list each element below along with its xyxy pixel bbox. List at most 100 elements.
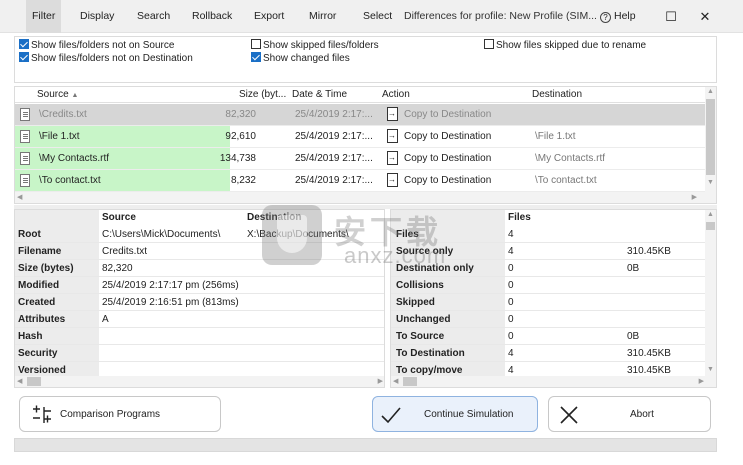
sort-asc-icon: ▲: [71, 92, 79, 99]
status-bar: [14, 438, 717, 452]
properties-header-destination: Destination: [247, 212, 302, 223]
property-label: Created: [18, 297, 56, 308]
property-source: A: [102, 314, 109, 325]
menu-mirror[interactable]: Mirror: [303, 0, 342, 33]
checkbox-skipped-rename[interactable]: Show files skipped due to rename: [484, 39, 646, 52]
property-row: Root C:\Users\Mick\Documents\ X:\Backup\…: [15, 227, 384, 243]
scroll-left-icon[interactable]: ◀: [17, 193, 22, 201]
file-list-horizontal-scrollbar[interactable]: ◀ ▶: [15, 192, 707, 203]
abort-button[interactable]: Abort: [548, 396, 711, 432]
scrollbar-thumb[interactable]: [403, 377, 417, 386]
checkbox-changed[interactable]: Show changed files: [251, 52, 350, 65]
stat-row: Skipped 0: [391, 295, 707, 311]
row-date: 25/4/2019 2:17:...: [295, 109, 373, 120]
stat-row: Destination only 0 0B: [391, 261, 707, 277]
row-destination: \My Contacts.rtf: [535, 153, 606, 164]
menu-search[interactable]: Search: [131, 0, 176, 33]
menu-display[interactable]: Display: [74, 0, 120, 33]
row-date: 25/4/2019 2:17:...: [295, 153, 373, 164]
stat-size: 310.45KB: [627, 348, 671, 359]
scroll-right-icon[interactable]: ▶: [692, 193, 697, 201]
statistics-horizontal-scrollbar[interactable]: ◀ ▶: [391, 376, 716, 387]
compare-icon: [33, 405, 51, 423]
properties-panel: Source Destination Root C:\Users\Mick\Do…: [14, 209, 385, 388]
scroll-right-icon[interactable]: ▶: [699, 377, 704, 385]
menu-rollback[interactable]: Rollback: [186, 0, 238, 33]
row-size: 8,232: [230, 175, 256, 186]
column-destination[interactable]: Destination: [532, 89, 582, 100]
row-source: \My Contacts.rtf: [39, 153, 110, 164]
column-size[interactable]: Size (byt...: [239, 89, 286, 100]
checkbox-not-on-source[interactable]: Show files/folders not on Source: [19, 39, 174, 52]
property-label: Filename: [18, 246, 62, 257]
stat-size: 0B: [627, 331, 640, 342]
property-label: Size (bytes): [18, 263, 74, 274]
abort-label: Abort: [630, 409, 654, 420]
stat-row: To Destination 4 310.45KB: [391, 346, 707, 362]
file-icon: [20, 174, 30, 187]
stat-row: Collisions 0: [391, 278, 707, 294]
file-list-vertical-scrollbar[interactable]: ▲ ▼: [705, 87, 716, 203]
checkbox-box[interactable]: [19, 39, 29, 49]
stat-size: 310.45KB: [627, 365, 671, 376]
scroll-up-icon[interactable]: ▲: [707, 88, 714, 95]
scroll-down-icon[interactable]: ▼: [707, 366, 714, 373]
filter-panel: Show files/folders not on Source Show fi…: [14, 36, 717, 83]
row-size: 82,320: [225, 109, 256, 120]
statistics-vertical-scrollbar[interactable]: ▲ ▼: [705, 210, 716, 378]
maximize-button[interactable]: ☐: [656, 0, 686, 33]
copy-to-destination-icon: [387, 151, 398, 165]
scroll-down-icon[interactable]: ▼: [707, 179, 714, 186]
close-button[interactable]: ✕: [690, 0, 720, 33]
row-action: Copy to Destination: [404, 131, 492, 142]
copy-to-destination-icon: [387, 107, 398, 121]
stat-label: To Source: [396, 331, 445, 342]
checkbox-box[interactable]: [251, 39, 261, 49]
file-row[interactable]: \To contact.txt 8,232 25/4/2019 2:17:...…: [15, 170, 707, 192]
stat-label: Files: [396, 229, 419, 240]
row-destination: \File 1.txt: [535, 131, 576, 142]
checkbox-not-on-destination[interactable]: Show files/folders not on Destination: [19, 52, 193, 65]
property-label: Attributes: [18, 314, 66, 325]
property-source: Credits.txt: [102, 246, 148, 257]
stat-count: 4: [508, 229, 514, 240]
column-source[interactable]: Source ▲: [37, 89, 78, 100]
rtf-file-icon: [20, 152, 30, 165]
row-source: \To contact.txt: [39, 175, 101, 186]
file-row[interactable]: \Credits.txt 82,320 25/4/2019 2:17:... C…: [15, 104, 707, 126]
row-action: Copy to Destination: [404, 175, 492, 186]
column-date[interactable]: Date & Time: [292, 89, 347, 100]
properties-horizontal-scrollbar[interactable]: ◀ ▶: [15, 376, 384, 387]
checkbox-label: Show changed files: [263, 53, 350, 64]
menu-filter[interactable]: Filter: [26, 0, 62, 33]
scrollbar-thumb[interactable]: [27, 377, 41, 386]
scroll-left-icon[interactable]: ◀: [17, 377, 22, 385]
comparison-programs-button[interactable]: Comparison Programs: [19, 396, 221, 432]
row-date: 25/4/2019 2:17:...: [295, 175, 373, 186]
menu-bar: Filter Display Search Rollback Export Mi…: [0, 0, 743, 33]
file-row[interactable]: \My Contacts.rtf 134,738 25/4/2019 2:17:…: [15, 148, 707, 170]
stat-row: Unchanged 0: [391, 312, 707, 328]
file-icon: [20, 108, 30, 121]
menu-select[interactable]: Select: [357, 0, 398, 33]
scroll-up-icon[interactable]: ▲: [707, 211, 714, 218]
scrollbar-thumb[interactable]: [706, 99, 715, 175]
file-row[interactable]: \File 1.txt 92,610 25/4/2019 2:17:... Co…: [15, 126, 707, 148]
checkbox-box[interactable]: [484, 39, 494, 49]
help-button[interactable]: ? Help: [600, 0, 636, 33]
checkbox-box[interactable]: [251, 52, 261, 62]
scrollbar-thumb[interactable]: [706, 222, 715, 230]
checkbox-box[interactable]: [19, 52, 29, 62]
property-destination: X:\Backup\Documents\: [247, 229, 349, 240]
row-action: Copy to Destination: [404, 109, 492, 120]
column-action[interactable]: Action: [382, 89, 410, 100]
scroll-left-icon[interactable]: ◀: [393, 377, 398, 385]
menu-export[interactable]: Export: [248, 0, 290, 33]
scroll-right-icon[interactable]: ▶: [378, 377, 383, 385]
continue-simulation-button[interactable]: Continue Simulation: [372, 396, 538, 432]
checkbox-skipped[interactable]: Show skipped files/folders: [251, 39, 379, 52]
stat-size: 0B: [627, 263, 640, 274]
row-size: 92,610: [225, 131, 256, 142]
stat-count: 4: [508, 246, 514, 257]
property-source: 25/4/2019 2:16:51 pm (813ms): [102, 297, 239, 308]
